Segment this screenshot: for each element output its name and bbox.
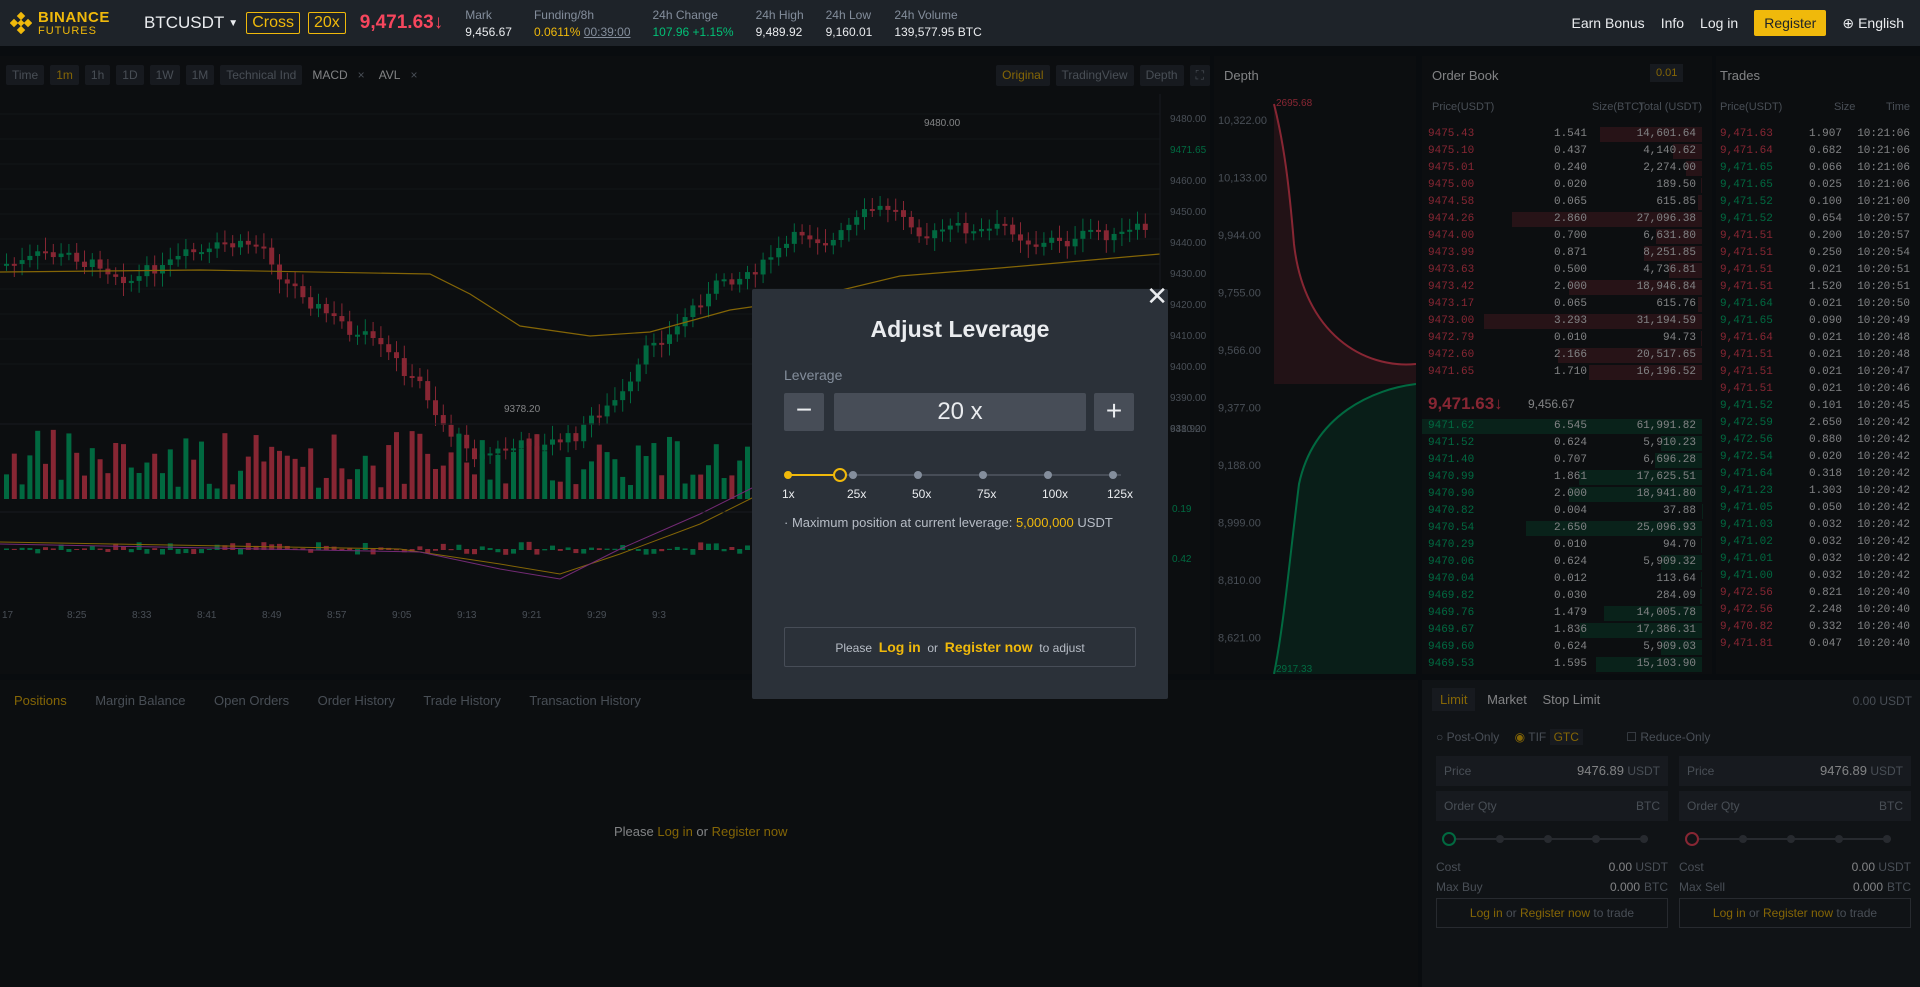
chevron-down-icon: ▼ [228, 17, 239, 29]
register-link[interactable]: Register now [945, 639, 1033, 655]
stat-low: 24h Low 9,160.01 [825, 7, 873, 39]
stat-volume: 24h Volume 139,577.95 BTC [894, 7, 982, 39]
modal-title: Adjust Leverage [870, 316, 1050, 342]
login-link[interactable]: Log in [879, 639, 921, 655]
slider-mark-dot[interactable] [1109, 471, 1117, 479]
close-icon[interactable]: ✕ [1146, 281, 1168, 312]
leverage-button[interactable]: 20x [307, 12, 346, 34]
earn-bonus-link[interactable]: Earn Bonus [1572, 15, 1645, 31]
login-to-adjust: Please Log in or Register now to adjust [784, 627, 1136, 667]
slider-mark-label[interactable]: 125x [1107, 487, 1133, 501]
globe-icon: ⊕ [1842, 14, 1855, 31]
slider-mark-dot[interactable] [784, 471, 792, 479]
adjust-leverage-modal: ✕ Adjust Leverage Leverage − 20 x + 1x 25… [752, 281, 1168, 699]
slider-mark-label[interactable]: 1x [782, 487, 795, 501]
stat-mark: Mark 9,456.67 [465, 7, 512, 39]
leverage-input[interactable]: 20 x [834, 393, 1086, 431]
slider-mark-label[interactable]: 75x [977, 487, 996, 501]
margin-mode-button[interactable]: Cross [246, 12, 300, 34]
slider-mark-label[interactable]: 50x [912, 487, 931, 501]
slider-mark-label[interactable]: 100x [1042, 487, 1068, 501]
language-selector[interactable]: English [1858, 15, 1904, 31]
slider-mark-label[interactable]: 25x [847, 487, 866, 501]
logo-subtext: FUTURES [38, 24, 97, 37]
max-position-info: · Maximum position at current leverage: … [784, 515, 1113, 530]
decrease-button[interactable]: − [784, 393, 824, 431]
increase-button[interactable]: + [1094, 393, 1134, 431]
login-link[interactable]: Log in [1700, 15, 1738, 31]
binance-logo[interactable]: BINANCE FUTURES [10, 10, 130, 37]
top-bar: BINANCE FUTURES BTCUSDT ▼ Cross 20x 9,471.… [0, 0, 1920, 46]
stat-funding: Funding/8h 0.0611% 00:39:00 [533, 7, 631, 39]
register-button[interactable]: Register [1754, 10, 1827, 36]
stat-change: 24h Change 107.96 +1.15% [652, 7, 734, 39]
slider-handle[interactable] [833, 468, 847, 482]
slider-mark-dot[interactable] [849, 471, 857, 479]
slider-mark-dot[interactable] [979, 471, 987, 479]
symbol-selector[interactable]: BTCUSDT [144, 13, 224, 33]
last-price: 9,471.63↓ [359, 12, 444, 33]
binance-diamond-icon [10, 12, 32, 34]
slider-mark-dot[interactable] [1044, 471, 1052, 479]
stat-high: 24h High 9,489.92 [755, 7, 804, 39]
info-menu[interactable]: Info [1661, 15, 1684, 31]
leverage-slider[interactable]: 1x 25x 50x 75x 100x 125x [782, 468, 1134, 509]
logo-text: BINANCE [38, 8, 110, 26]
leverage-label: Leverage [784, 367, 843, 383]
slider-mark-dot[interactable] [914, 471, 922, 479]
